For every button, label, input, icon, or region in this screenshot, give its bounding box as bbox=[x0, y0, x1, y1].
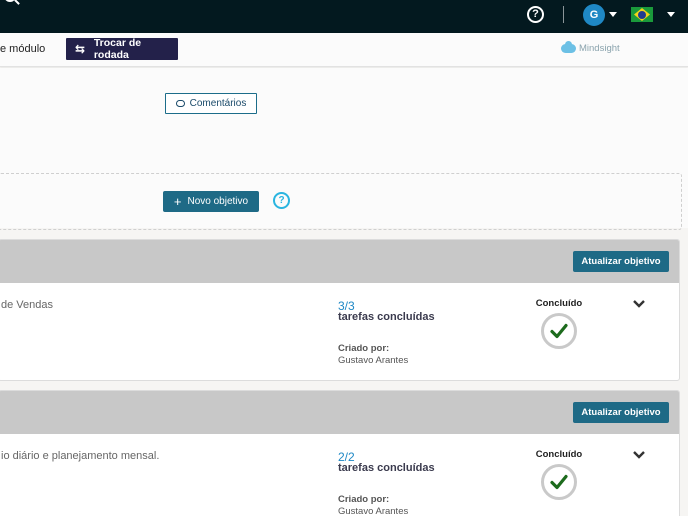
comments-label: Comentários bbox=[189, 98, 247, 109]
completed-check-icon bbox=[541, 464, 577, 500]
brand-name: Mindsight bbox=[579, 43, 620, 54]
objective-card-header: Atualizar objetivo bbox=[0, 391, 679, 434]
new-objective-button[interactable]: + Novo objetivo bbox=[163, 191, 259, 212]
created-by-label: Criado por: bbox=[338, 494, 390, 505]
chat-bubble-icon bbox=[175, 100, 185, 107]
new-objective-label: Novo objetivo bbox=[187, 196, 249, 207]
expand-chevron-down-icon[interactable] bbox=[633, 300, 645, 308]
tasks-completed-label: tarefas concluídas bbox=[338, 462, 435, 474]
objective-card: Atualizar objetivo io diário e planejame… bbox=[0, 390, 680, 516]
objective-title: io diário e planejamento mensal. bbox=[1, 450, 160, 462]
new-objective-area bbox=[0, 173, 682, 230]
created-by-label: Criado por: bbox=[338, 343, 390, 354]
flag-globe bbox=[638, 10, 646, 19]
objective-card-header: Atualizar objetivo bbox=[0, 240, 679, 283]
swap-arrows-icon: ⇆ bbox=[75, 42, 86, 56]
module-link[interactable]: e módulo bbox=[0, 43, 45, 55]
search-icon[interactable] bbox=[4, 0, 16, 2]
user-avatar[interactable]: G bbox=[583, 4, 605, 26]
comments-button[interactable]: Comentários bbox=[165, 93, 257, 114]
status-label: Concluído bbox=[535, 449, 583, 460]
brand-logo: Mindsight bbox=[561, 41, 620, 54]
update-objective-button[interactable]: Atualizar objetivo bbox=[573, 251, 669, 272]
top-navbar: ? G bbox=[0, 0, 688, 33]
expand-chevron-down-icon[interactable] bbox=[633, 451, 645, 459]
status-label: Concluído bbox=[535, 298, 583, 309]
objective-help-icon[interactable]: ? bbox=[273, 192, 290, 209]
update-objective-button[interactable]: Atualizar objetivo bbox=[573, 402, 669, 423]
swap-round-button[interactable]: ⇆ Trocar de rodada bbox=[66, 37, 178, 61]
objective-title: de Vendas bbox=[1, 299, 53, 311]
user-menu-chevron-down-icon[interactable] bbox=[609, 12, 617, 17]
completed-check-icon bbox=[541, 313, 577, 349]
help-icon[interactable]: ? bbox=[527, 6, 544, 23]
objective-card: Atualizar objetivo de Vendas 3/3 tarefas… bbox=[0, 239, 680, 381]
language-menu-chevron-down-icon[interactable] bbox=[667, 12, 675, 17]
brazil-flag-icon[interactable] bbox=[631, 7, 653, 22]
module-bar: e módulo ⇆ Trocar de rodada Mindsight bbox=[0, 33, 688, 67]
creator-name: Gustavo Arantes bbox=[338, 506, 409, 516]
creator-name: Gustavo Arantes bbox=[338, 355, 409, 366]
brand-cloud-icon bbox=[561, 41, 576, 53]
tasks-completed-label: tarefas concluídas bbox=[338, 311, 435, 323]
swap-round-label: Trocar de rodada bbox=[93, 37, 142, 61]
plus-icon: + bbox=[173, 193, 182, 209]
navbar-divider bbox=[563, 6, 564, 23]
